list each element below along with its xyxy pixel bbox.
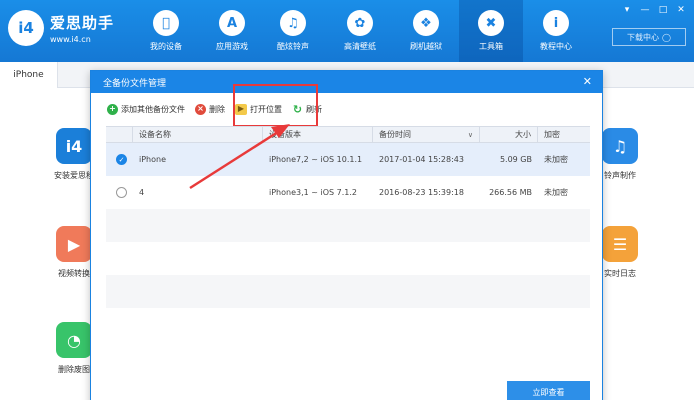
annotation-arrow	[189, 124, 290, 190]
